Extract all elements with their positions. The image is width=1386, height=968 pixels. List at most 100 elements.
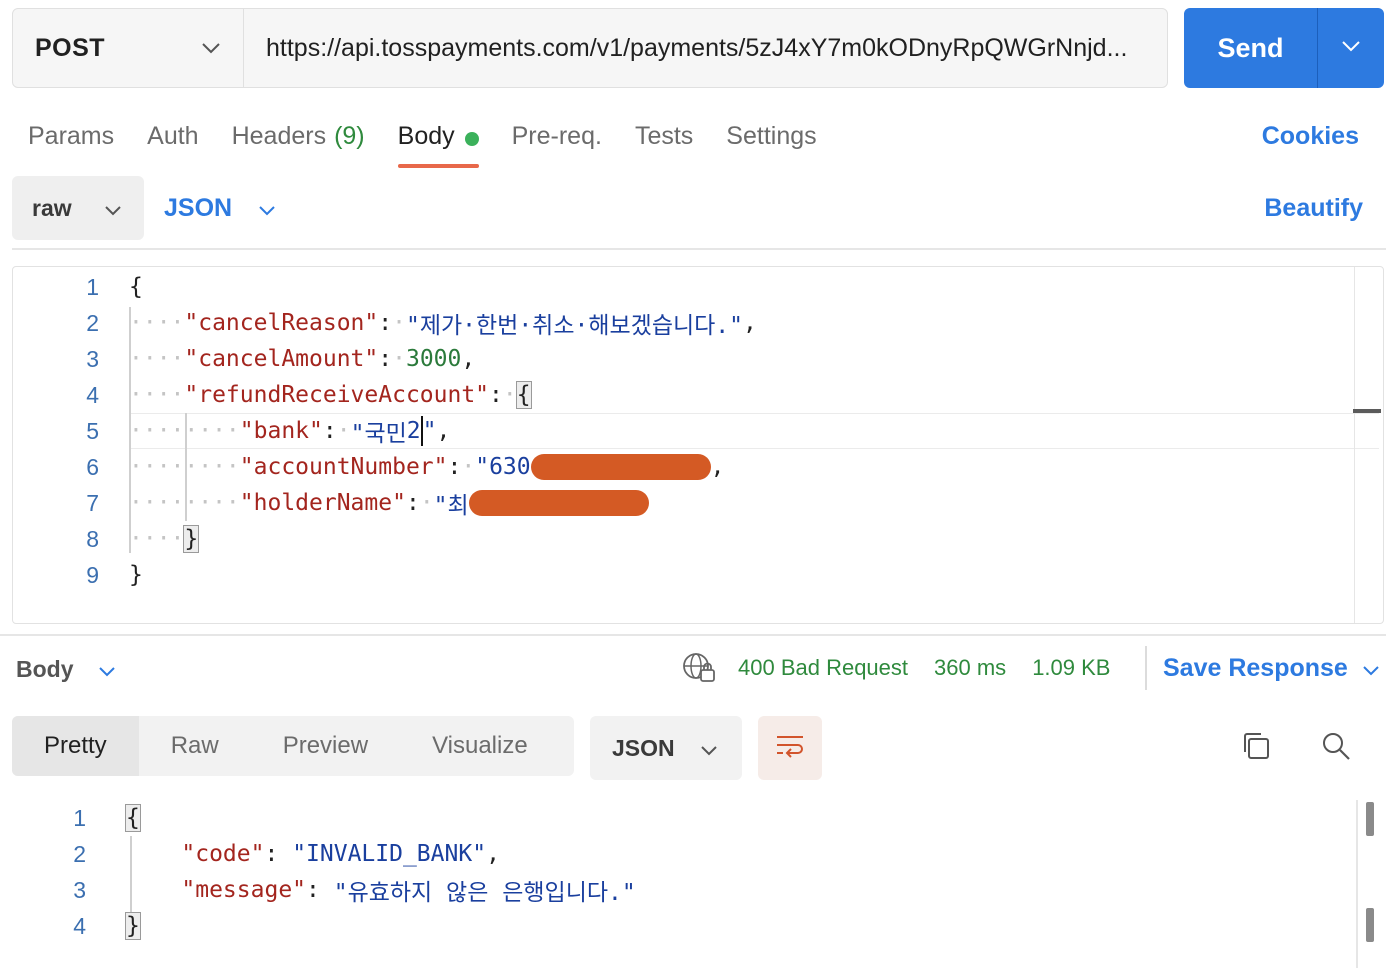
body-modified-dot xyxy=(464,132,479,146)
response-format-select[interactable]: JSON xyxy=(590,716,742,780)
url-text: https://api.tosspayments.com/v1/payments… xyxy=(266,33,1128,62)
redaction-mark xyxy=(530,454,711,480)
tab-body-label: Body xyxy=(397,122,455,150)
wrap-lines-icon xyxy=(774,732,806,765)
send-button[interactable]: Send xyxy=(1184,8,1318,88)
json-string: "국민 xyxy=(350,421,407,447)
response-scrollbar-marker xyxy=(1366,908,1374,942)
line-number: 1 xyxy=(73,804,86,831)
chevron-down-icon xyxy=(700,735,718,762)
brace-close: } xyxy=(129,562,143,588)
method-label: POST xyxy=(35,33,106,62)
editor-scrollbar-track[interactable] xyxy=(1353,267,1355,623)
json-key: "holderName" xyxy=(239,490,406,516)
line-number: 4 xyxy=(86,381,99,408)
request-tabs: Params Auth Headers (9) Body Pre-req. Te… xyxy=(28,118,850,168)
body-mode-label: raw xyxy=(32,194,72,221)
tab-headers-label: Headers xyxy=(231,122,327,150)
response-meta: 400 Bad Request 360 ms 1.09 KB xyxy=(682,650,1110,686)
line-number: 2 xyxy=(73,840,86,867)
json-number: 3000 xyxy=(405,346,462,372)
tab-auth[interactable]: Auth xyxy=(147,118,198,168)
chevron-down-icon xyxy=(258,194,276,223)
search-button[interactable] xyxy=(1316,728,1356,768)
line-number: 8 xyxy=(86,525,99,552)
globe-lock-icon[interactable] xyxy=(682,652,716,684)
tab-raw[interactable]: Raw xyxy=(139,716,251,776)
status-code[interactable]: 400 Bad Request xyxy=(738,655,908,681)
body-mode-select[interactable]: raw xyxy=(12,176,144,240)
save-response-label: Save Response xyxy=(1163,653,1348,682)
tab-params[interactable]: Params xyxy=(28,118,114,168)
line-number: 5 xyxy=(86,417,99,444)
json-key: "cancelAmount" xyxy=(184,346,379,372)
search-icon xyxy=(1320,730,1352,767)
chevron-down-icon xyxy=(1341,39,1361,57)
line-number: 6 xyxy=(86,453,99,480)
brace-open: { xyxy=(129,274,143,300)
response-size[interactable]: 1.09 KB xyxy=(1032,655,1110,681)
json-string-cursor-part: 2 xyxy=(406,418,421,444)
copy-icon xyxy=(1240,730,1272,767)
json-key: "bank" xyxy=(239,418,323,444)
copy-button[interactable] xyxy=(1236,728,1276,768)
json-string: "제가·한번·취소·해보겠습니다." xyxy=(405,313,743,339)
response-format-label: JSON xyxy=(612,734,675,761)
send-button-group: Send xyxy=(1184,8,1384,88)
divider xyxy=(1145,646,1147,690)
tab-preview[interactable]: Preview xyxy=(251,716,400,776)
cookies-link[interactable]: Cookies xyxy=(1262,122,1359,151)
divider xyxy=(0,634,1386,636)
tab-settings[interactable]: Settings xyxy=(726,118,816,168)
response-body-viewer[interactable]: 1 { 2 "code": "INVALID_BANK", 3 "message… xyxy=(0,800,1386,968)
json-string: "최 xyxy=(433,493,469,519)
line-number: 2 xyxy=(86,309,99,336)
response-scrollbar-track[interactable] xyxy=(1356,800,1358,968)
save-response-button[interactable]: Save Response xyxy=(1163,650,1380,686)
response-scrollbar-marker xyxy=(1366,802,1374,836)
brace-open-matched: { xyxy=(125,804,141,832)
json-string: "INVALID_BANK" xyxy=(292,841,487,867)
method-select[interactable]: POST xyxy=(13,9,244,87)
tab-tests[interactable]: Tests xyxy=(635,118,693,168)
tab-visualize[interactable]: Visualize xyxy=(400,716,560,776)
send-options-button[interactable] xyxy=(1318,8,1384,88)
body-language-label: JSON xyxy=(164,193,233,222)
json-key: "accountNumber" xyxy=(239,454,448,480)
url-input[interactable]: https://api.tosspayments.com/v1/payments… xyxy=(244,9,1167,87)
brace-open-matched: { xyxy=(515,381,532,409)
response-time[interactable]: 360 ms xyxy=(934,655,1006,681)
body-language-select[interactable]: JSON xyxy=(164,176,276,240)
chevron-down-icon xyxy=(1362,654,1380,683)
line-number: 3 xyxy=(73,876,86,903)
tab-headers[interactable]: Headers (9) xyxy=(232,118,365,168)
brace-close-matched: } xyxy=(125,912,141,940)
json-string: "유효하지 않은 은행입니다." xyxy=(333,880,636,906)
line-number: 4 xyxy=(73,912,86,939)
brace-close-matched: } xyxy=(183,525,200,553)
request-body-editor[interactable]: 1 { 2 ···· "cancelReason": · "제가·한번·취소·해보겠습… xyxy=(12,266,1384,624)
response-body-select[interactable]: Body xyxy=(16,652,116,686)
response-body-label: Body xyxy=(16,655,74,682)
json-string: "630 xyxy=(475,454,531,480)
request-bar: POST https://api.tosspayments.com/v1/pay… xyxy=(12,8,1168,88)
chevron-down-icon xyxy=(104,195,122,222)
headers-count: (9) xyxy=(334,122,365,150)
json-key: "code" xyxy=(181,841,265,867)
editor-scrollbar-marker xyxy=(1353,409,1381,413)
tab-pretty[interactable]: Pretty xyxy=(12,716,139,776)
redaction-mark xyxy=(468,490,649,516)
chevron-down-icon xyxy=(201,42,221,54)
line-number: 3 xyxy=(86,345,99,372)
line-number: 1 xyxy=(86,273,99,300)
beautify-link[interactable]: Beautify xyxy=(1264,194,1363,223)
tab-prereq[interactable]: Pre-req. xyxy=(512,118,602,168)
json-string-end: " xyxy=(422,418,437,444)
tab-body[interactable]: Body xyxy=(397,118,479,168)
json-key: "cancelReason" xyxy=(184,310,379,336)
line-number: 7 xyxy=(86,489,99,516)
wrap-lines-button[interactable] xyxy=(758,716,822,780)
json-key: "message" xyxy=(181,877,307,903)
json-key: "refundReceiveAccount" xyxy=(184,382,490,408)
response-view-tabs: Pretty Raw Preview Visualize xyxy=(12,716,574,776)
